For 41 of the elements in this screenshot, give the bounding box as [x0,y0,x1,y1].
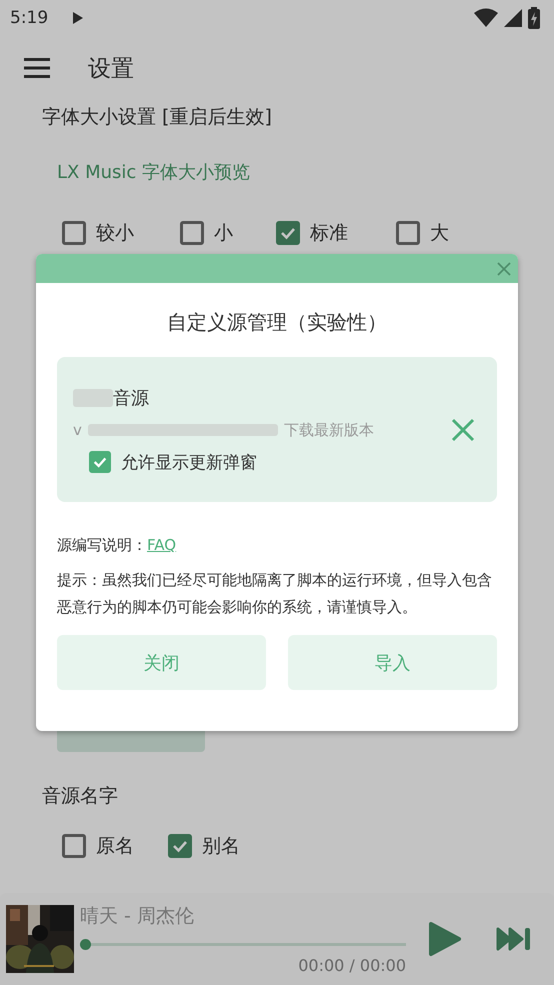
redaction-blur [73,388,113,406]
dialog-title: 自定义源管理（实验性） [166,309,388,336]
play-icon [72,11,84,25]
option-label: 标准 [310,221,348,246]
option-label: 较小 [96,221,134,246]
checkbox[interactable] [276,221,300,245]
option-label: 别名 [202,834,240,859]
progress-thumb[interactable] [80,939,91,950]
warning-text: 提示：虽然我们已经尽可能地隔离了脚本的运行环境，但导入包含恶意行为的脚本仍可能会影响你的系统，请谨慎导入。 [57,570,493,618]
remove-icon[interactable] [451,418,475,442]
checkbox[interactable] [89,451,111,473]
signal-icon [504,9,522,27]
play-icon[interactable] [428,921,462,957]
close-icon[interactable] [497,262,511,276]
section-heading: 音源名字 [42,784,119,809]
checkbox-label: 允许显示更新弹窗 [121,452,257,474]
import-button[interactable]: 导入 [288,635,497,690]
checkbox[interactable] [62,834,86,858]
checkbox[interactable] [396,221,420,245]
page-title: 设置 [88,54,134,84]
guide-label: 源编写说明： [57,536,147,554]
menu-icon[interactable] [24,58,50,78]
section-heading: 字体大小设置 [重启后生效] [42,105,273,130]
font-preview-text: LX Music 字体大小预览 [57,161,252,185]
source-name: 音源 [113,386,149,410]
option-label: 原名 [96,834,134,859]
source-description: 下载最新版本 [284,420,374,438]
source-version: v [73,420,82,438]
wifi-icon [474,8,498,28]
checkbox[interactable] [62,221,86,245]
faq-link[interactable]: FAQ [147,536,176,554]
skip-next-icon[interactable] [496,926,532,952]
close-button[interactable]: 关闭 [57,635,266,690]
option-label: 大 [430,221,449,246]
checkbox[interactable] [168,834,192,858]
checkbox[interactable] [180,221,204,245]
playback-time: 00:00 / 00:00 [297,956,406,975]
status-time: 5:19 [10,8,48,28]
track-title: 晴天 - 周杰伦 [80,904,195,929]
option-label: 小 [214,221,233,246]
battery-icon [528,7,540,29]
